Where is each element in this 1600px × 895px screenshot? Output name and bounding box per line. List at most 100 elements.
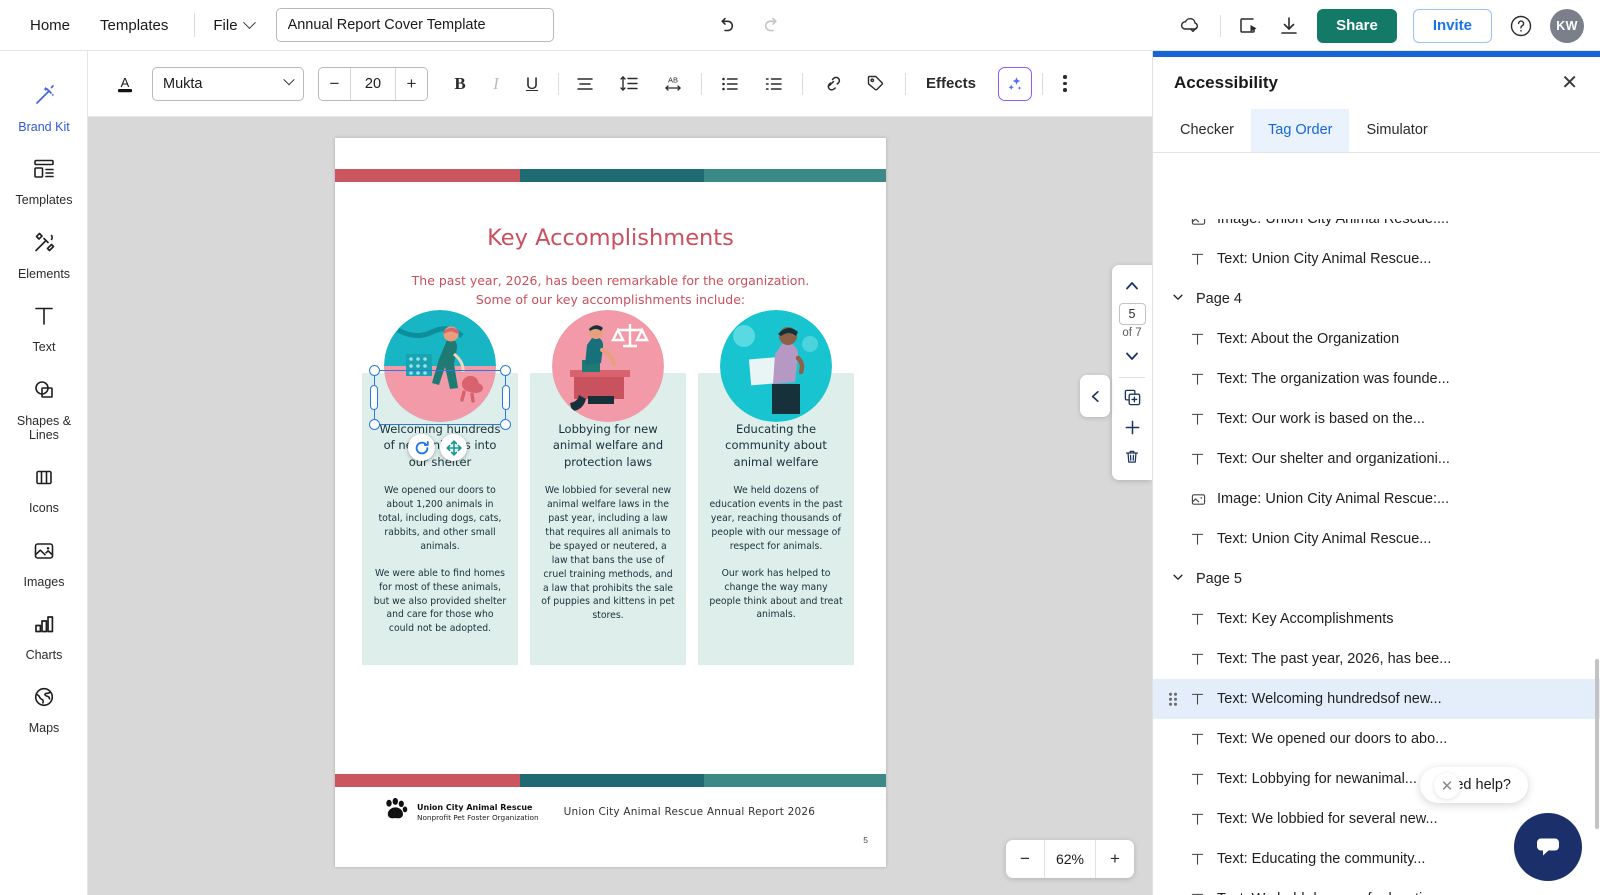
card-paragraph[interactable]: We lobbied for several new animal welfar… — [541, 484, 675, 623]
document-title-input[interactable] — [275, 8, 554, 42]
share-button[interactable]: Share — [1317, 8, 1397, 43]
list-item[interactable]: Text: Union City Animal Rescue... — [1153, 239, 1600, 279]
tab-simulator[interactable]: Simulator — [1349, 109, 1444, 152]
font-family-select[interactable]: Mukta — [152, 66, 304, 101]
sidebar-item-images[interactable]: Images — [0, 527, 88, 600]
collapse-panel-button[interactable] — [1080, 375, 1110, 417]
card-paragraph[interactable]: We were able to find homes for most of t… — [373, 567, 507, 637]
sidebar-item-text[interactable]: Text — [0, 292, 88, 365]
font-size-value[interactable]: 20 — [350, 67, 396, 100]
list-item[interactable]: Text: The past year, 2026, has bee... — [1153, 639, 1600, 679]
text-color-icon[interactable]: A — [110, 69, 140, 99]
sidebar-item-icons[interactable]: Icons — [0, 453, 88, 526]
sidebar-item-templates[interactable]: Templates — [0, 145, 88, 218]
list-item[interactable]: Text: We held dozens of education... — [1153, 879, 1600, 895]
move-handle-icon[interactable] — [440, 434, 467, 461]
resize-handle-bottom-right[interactable] — [500, 419, 511, 430]
nav-home[interactable]: Home — [30, 17, 70, 34]
text-selection-box[interactable] — [369, 365, 511, 430]
font-size-decrease[interactable]: − — [319, 67, 350, 100]
page-subtitle[interactable]: The past year, 2026, has been remarkable… — [390, 272, 831, 310]
zoom-out-button[interactable]: − — [1006, 840, 1044, 878]
list-item[interactable]: Text: About the Organization — [1153, 319, 1600, 359]
page-title[interactable]: Key Accomplishments — [335, 225, 886, 251]
panel-scrollbar[interactable] — [1595, 659, 1599, 829]
file-menu-label: File — [213, 16, 238, 34]
undo-icon[interactable] — [714, 14, 736, 36]
accomplishment-card-2[interactable]: Lobbying for new animal welfare and prot… — [530, 310, 686, 666]
list-item[interactable]: Text: The organization was founde... — [1153, 359, 1600, 399]
delete-page-icon[interactable] — [1115, 442, 1149, 472]
more-options-icon[interactable] — [1053, 69, 1077, 98]
close-icon[interactable]: ✕ — [1561, 73, 1578, 93]
redo-icon[interactable] — [762, 14, 784, 36]
list-item[interactable]: Text: Our work is based on the... — [1153, 399, 1600, 439]
current-page-input[interactable]: 5 — [1118, 303, 1146, 325]
invite-button[interactable]: Invite — [1412, 8, 1492, 43]
resize-handle-top-left[interactable] — [369, 365, 380, 376]
add-page-icon[interactable] — [1115, 412, 1149, 442]
cloud-saved-icon[interactable] — [1178, 13, 1204, 39]
line-spacing-icon[interactable] — [611, 66, 647, 102]
accomplishment-card-3[interactable]: Educating the community about animal wel… — [698, 310, 854, 666]
list-item[interactable]: Text: We opened our doors to abo... — [1153, 719, 1600, 759]
next-page-icon[interactable] — [1115, 341, 1149, 371]
zoom-level-value[interactable]: 62% — [1044, 840, 1096, 878]
ai-sparkle-icon[interactable] — [998, 66, 1033, 101]
sidebar-item-shapes-lines[interactable]: Shapes & Lines — [0, 366, 88, 454]
list-item[interactable]: Image: Union City Animal Rescue:... — [1153, 219, 1600, 239]
list-item[interactable]: Text: Key Accomplishments — [1153, 599, 1600, 639]
list-item-label: Text: Educating the community... — [1217, 851, 1426, 867]
page-group-header[interactable]: Page 4 — [1153, 279, 1600, 319]
card-paragraph[interactable]: Our work has helped to change the way ma… — [709, 567, 843, 623]
resize-handle-right[interactable] — [502, 385, 510, 410]
help-icon[interactable] — [1508, 13, 1534, 39]
tag-icon[interactable] — [857, 66, 893, 102]
tab-checker[interactable]: Checker — [1163, 109, 1251, 152]
effects-button[interactable]: Effects — [918, 75, 984, 92]
sidebar-item-maps[interactable]: Maps — [0, 673, 88, 746]
resize-handle-left[interactable] — [370, 385, 378, 410]
chat-launcher-button[interactable] — [1514, 813, 1582, 881]
resize-handle-top-right[interactable] — [500, 365, 511, 376]
sidebar-item-elements[interactable]: Elements — [0, 219, 88, 292]
rotate-handle-icon[interactable] — [408, 434, 435, 461]
resize-handle-bottom-left[interactable] — [369, 419, 380, 430]
font-size-increase[interactable]: + — [396, 67, 427, 100]
present-icon[interactable] — [1237, 14, 1261, 38]
download-icon[interactable] — [1277, 14, 1301, 38]
page-group-header[interactable]: Page 5 — [1153, 559, 1600, 599]
tag-order-list[interactable]: Image: Union City Animal Rescue:... Text… — [1153, 219, 1600, 895]
bold-button[interactable]: B — [442, 66, 478, 102]
list-item[interactable]: Text: Our shelter and organizationi... — [1153, 439, 1600, 479]
nav-templates[interactable]: Templates — [100, 17, 168, 34]
numbered-list-icon[interactable] — [756, 66, 792, 102]
card-paragraph[interactable]: We opened our doors to about 1,200 anima… — [373, 484, 507, 554]
avatar[interactable]: KW — [1550, 8, 1584, 43]
letter-spacing-icon[interactable]: AB — [655, 66, 691, 102]
align-icon[interactable] — [567, 66, 603, 102]
bullet-list-icon[interactable] — [712, 66, 748, 102]
stripe-teal-dark — [519, 774, 705, 787]
zoom-in-button[interactable]: + — [1096, 840, 1134, 878]
file-menu[interactable]: File — [213, 15, 256, 34]
tab-tag-order[interactable]: Tag Order — [1251, 109, 1350, 152]
previous-page-icon[interactable] — [1115, 271, 1149, 301]
drag-handle-icon[interactable] — [1169, 692, 1177, 706]
card-heading[interactable]: Lobbying for new animal welfare and prot… — [541, 421, 675, 470]
card-heading[interactable]: Educating the community about animal wel… — [709, 421, 843, 470]
duplicate-page-icon[interactable] — [1115, 382, 1149, 412]
chat-close-icon[interactable]: ✕ — [1434, 773, 1460, 799]
list-item-selected[interactable]: Text: Welcoming hundredsof new... — [1153, 679, 1600, 719]
underline-button[interactable]: U — [514, 66, 550, 102]
sidebar-item-brand-kit[interactable]: Brand Kit — [0, 71, 88, 145]
sidebar-item-charts[interactable]: Charts — [0, 600, 88, 673]
canvas-area[interactable]: Key Accomplishments The past year, 2026,… — [88, 117, 1152, 895]
link-icon[interactable] — [813, 66, 849, 102]
list-item[interactable]: Text: Lobbying for newanimal... — [1153, 759, 1600, 799]
card-paragraph[interactable]: We held dozens of education events in th… — [709, 484, 843, 554]
italic-button[interactable]: I — [478, 66, 514, 102]
list-item[interactable]: Image: Union City Animal Rescue:... — [1153, 479, 1600, 519]
document-page[interactable]: Key Accomplishments The past year, 2026,… — [335, 138, 886, 867]
list-item[interactable]: Text: Union City Animal Rescue... — [1153, 519, 1600, 559]
